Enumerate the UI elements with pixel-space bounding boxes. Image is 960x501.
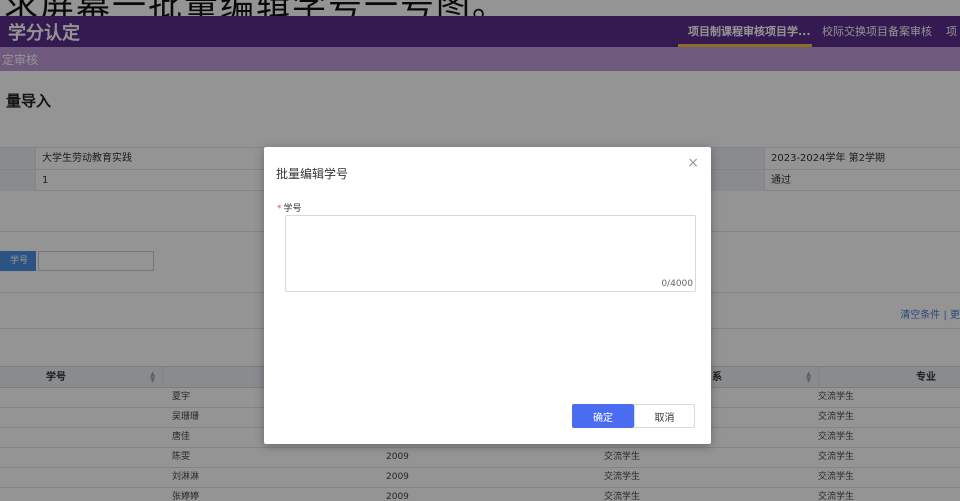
student-id-textarea[interactable]	[285, 215, 696, 292]
char-counter: 0/4000	[661, 279, 693, 289]
field-label-text: 学号	[283, 204, 302, 214]
close-icon[interactable]: ×	[687, 155, 699, 171]
required-mark: *	[277, 204, 282, 214]
confirm-button[interactable]: 确定	[572, 404, 634, 428]
student-id-field-label: * 学号	[277, 201, 302, 214]
cancel-button[interactable]: 取消	[634, 404, 695, 428]
batch-edit-dialog: 批量编辑学号 × * 学号 0/4000 确定 取消	[264, 147, 711, 444]
dialog-title: 批量编辑学号	[276, 167, 349, 181]
